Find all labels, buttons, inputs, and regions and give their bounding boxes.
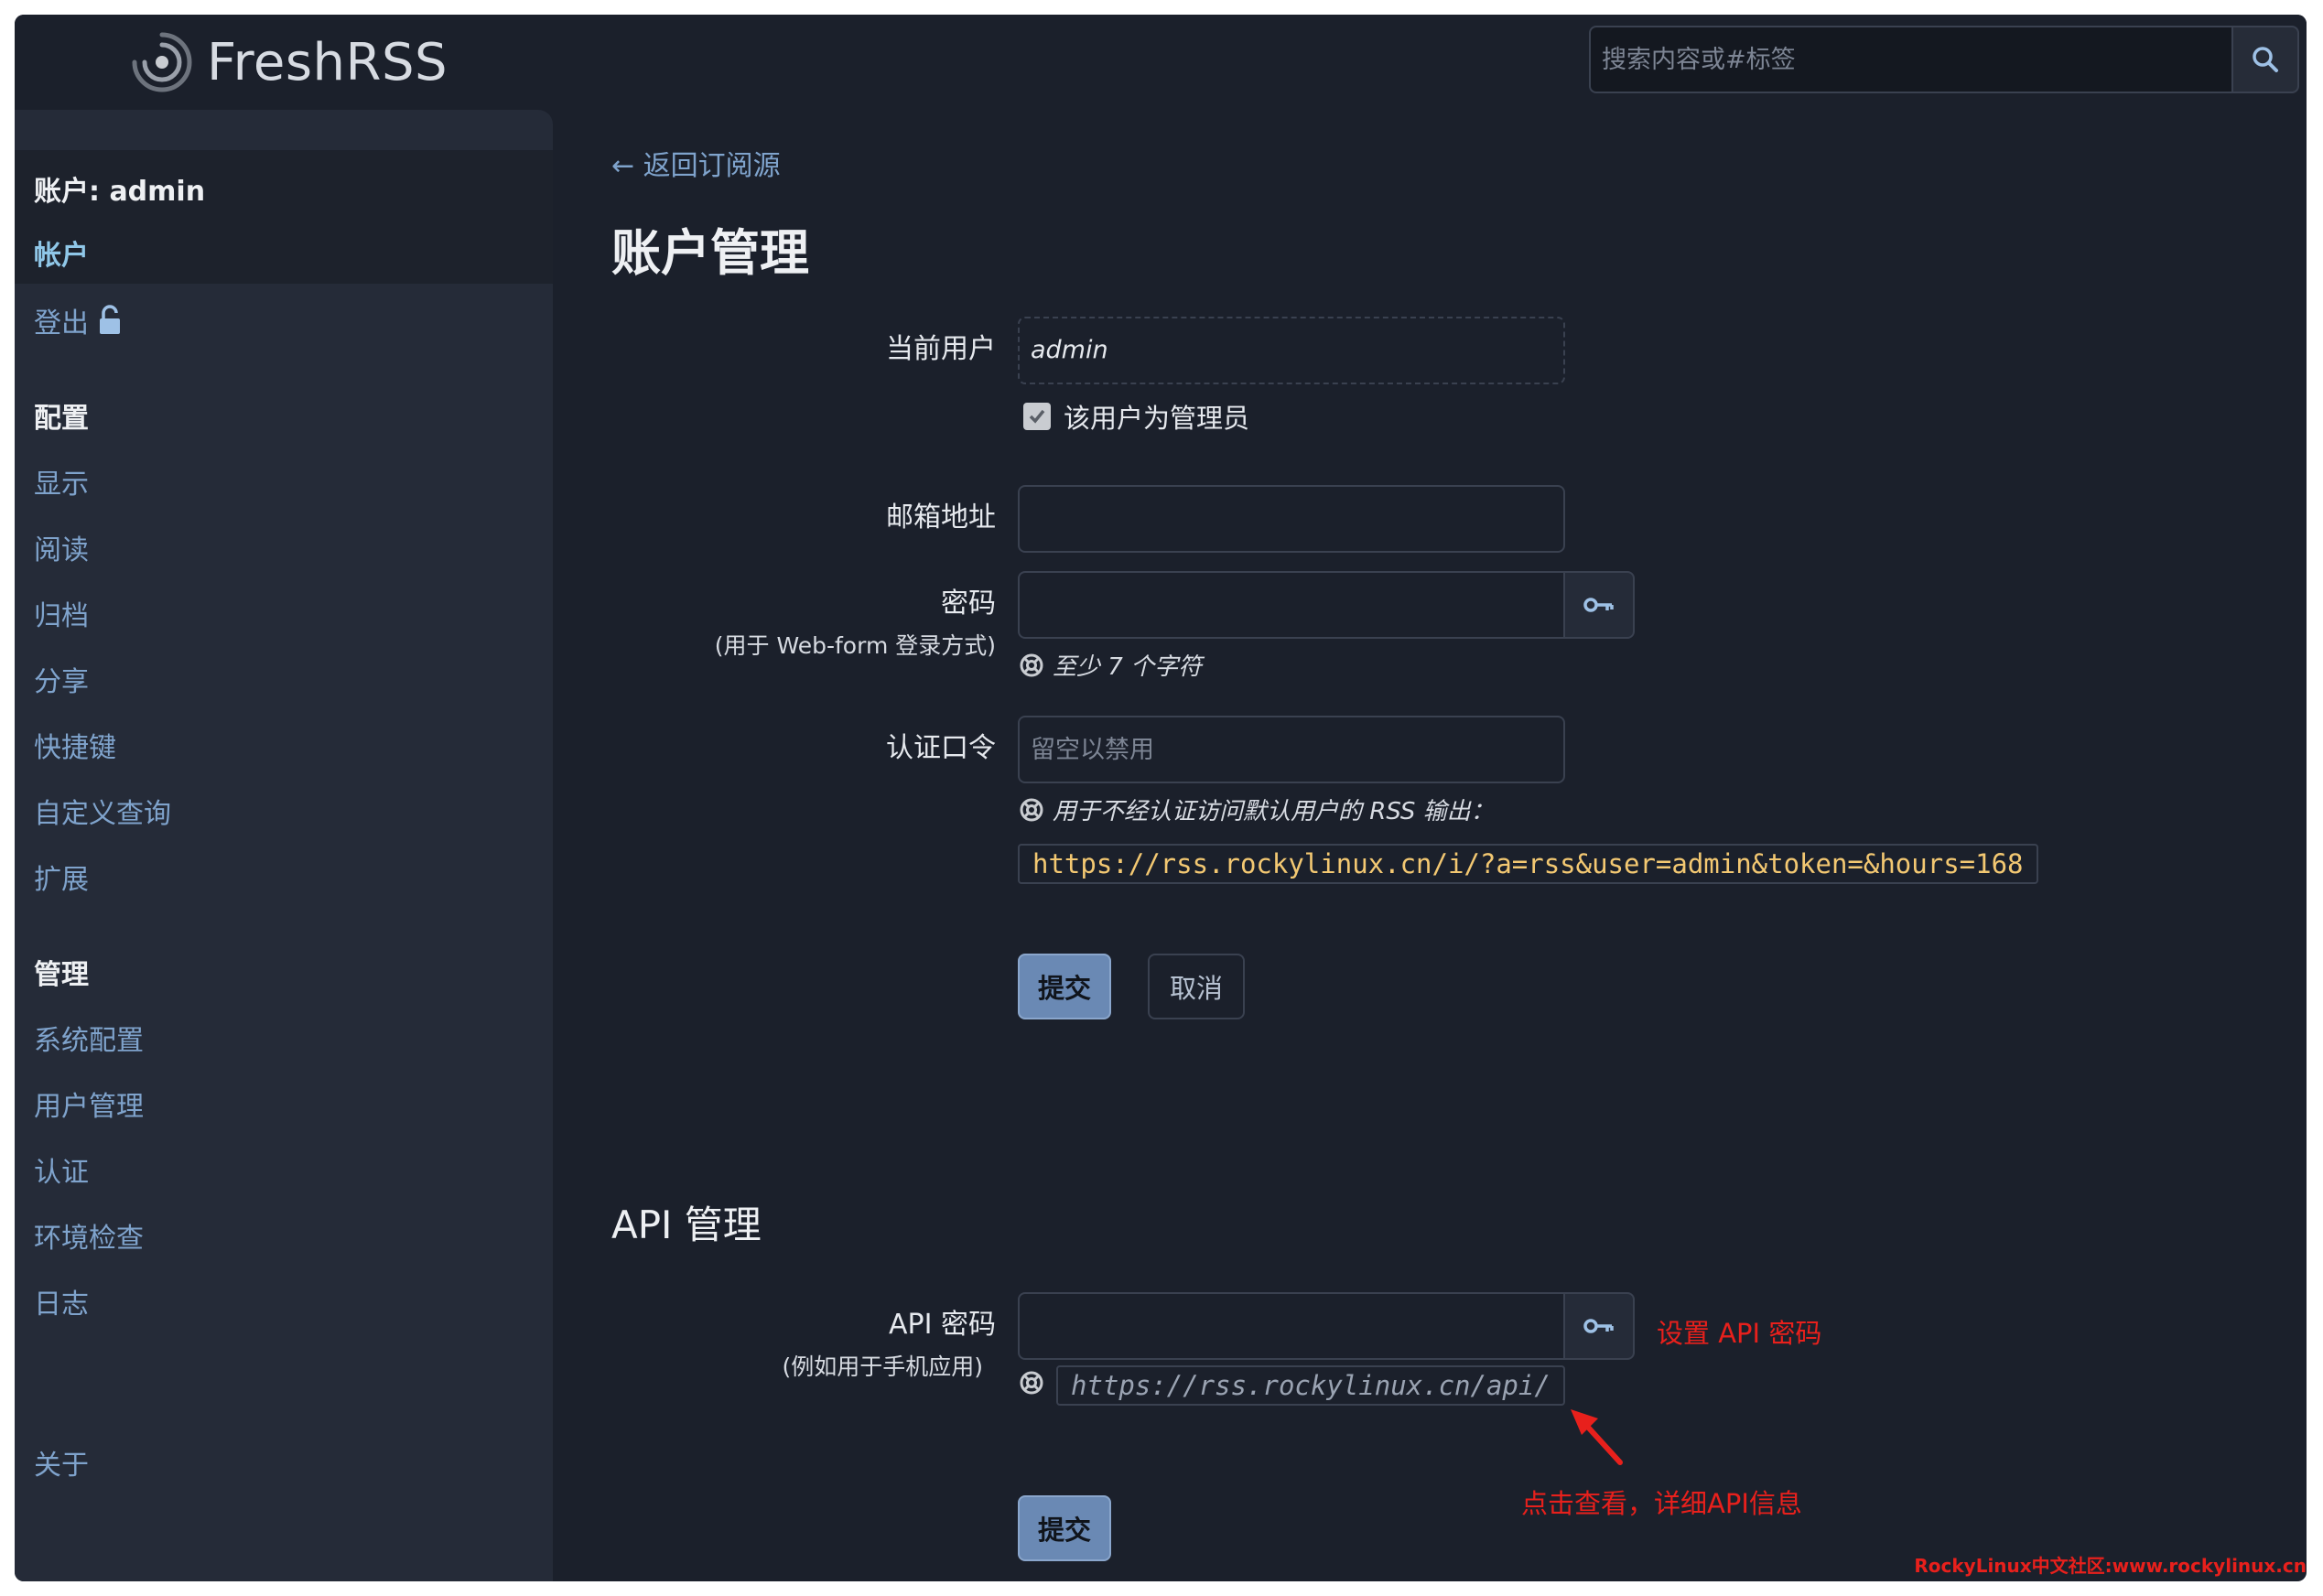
rss-url-code[interactable]: https://rss.rockylinux.cn/i/?a=rss&user=…	[1018, 844, 2038, 884]
api-password-field[interactable]	[1018, 1292, 1565, 1360]
sidebar-item-label: 帐户	[34, 240, 89, 272]
app-name: FreshRSS	[207, 32, 448, 92]
api-password-label-group: API 密码 (例如用于手机应用)	[782, 1301, 996, 1382]
api-submit-button[interactable]: 提交	[1018, 1495, 1112, 1561]
sidebar: 账户: admin 帐户 登出 配置 显示 阅读 归档 分享 快捷键 自定义查询…	[15, 110, 553, 1581]
api-password-sublabel: (例如用于手机应用)	[782, 1353, 983, 1380]
sidebar-item-users[interactable]: 用户管理	[34, 1084, 144, 1124]
api-url-link[interactable]: https://rss.rockylinux.cn/api/	[1056, 1365, 1565, 1406]
page-title: 账户管理	[611, 224, 809, 282]
sidebar-item-shortcuts[interactable]: 快捷键	[34, 725, 116, 765]
key-icon	[1583, 598, 1614, 612]
help-icon	[1020, 798, 1043, 821]
search-icon	[2253, 47, 2278, 72]
key-icon	[1583, 1319, 1614, 1333]
password-field[interactable]	[1018, 571, 1565, 639]
unlock-icon	[100, 305, 120, 334]
password-help: 至少 7 个字符	[1020, 648, 1202, 682]
sidebar-header-account: 账户: admin	[34, 176, 206, 208]
sidebar-item-logout[interactable]: 登出	[34, 300, 122, 340]
freshrss-window: FreshRSS 账户: admin 帐户 登出 配置 显示	[15, 15, 2307, 1581]
sidebar-item-sharing[interactable]: 分享	[34, 659, 89, 699]
submit-button[interactable]: 提交	[1018, 954, 1112, 1019]
email-label: 邮箱地址	[886, 501, 996, 534]
sidebar-item-archiving[interactable]: 归档	[34, 593, 89, 633]
password-toggle-button[interactable]	[1565, 571, 1635, 639]
check-icon	[1029, 409, 1045, 424]
help-icon	[1020, 653, 1043, 676]
annotation-click-to-view: 点击查看，详细API信息	[1521, 1488, 1802, 1519]
rss-logo-icon	[132, 32, 192, 92]
top-header: FreshRSS	[15, 15, 2307, 110]
back-link[interactable]: ← 返回订阅源	[611, 143, 781, 183]
sidebar-item-account[interactable]: 帐户	[15, 218, 553, 284]
password-label: 密码	[941, 588, 996, 620]
sidebar-item-reading[interactable]: 阅读	[34, 527, 89, 567]
watermark: RockyLinux中文社区:www.rockylinux.cn	[1914, 1555, 2307, 1577]
admin-checkbox-row: 该用户为管理员	[1023, 397, 1249, 436]
admin-checkbox-label: 该用户为管理员	[1064, 403, 1250, 434]
admin-checkbox[interactable]	[1023, 403, 1051, 430]
sidebar-item-label: 登出	[34, 307, 89, 340]
sidebar-item-logs[interactable]: 日志	[34, 1281, 89, 1321]
logo[interactable]: FreshRSS	[130, 26, 448, 99]
api-section-title: API 管理	[611, 1202, 762, 1247]
sidebar-item-queries[interactable]: 自定义查询	[34, 791, 171, 831]
sidebar-header-config: 配置	[34, 403, 89, 435]
email-field[interactable]	[1018, 485, 1565, 553]
password-help-text: 至少 7 个字符	[1053, 653, 1203, 681]
api-password-toggle-button[interactable]	[1565, 1292, 1635, 1360]
sidebar-item-extensions[interactable]: 扩展	[34, 857, 89, 897]
current-user-label: 当前用户	[886, 333, 996, 365]
api-url-help	[1020, 1371, 1043, 1395]
sidebar-item-system[interactable]: 系统配置	[34, 1018, 144, 1058]
search-bar	[1589, 26, 2299, 93]
password-label-group: 密码 (用于 Web-form 登录方式)	[715, 580, 996, 661]
sidebar-item-auth[interactable]: 认证	[34, 1149, 89, 1190]
arrow-annotation-icon	[1571, 1409, 1623, 1465]
search-button[interactable]	[2231, 26, 2299, 93]
api-password-label: API 密码	[889, 1309, 996, 1341]
sidebar-header-admin: 管理	[34, 959, 89, 991]
sidebar-item-about[interactable]: 关于	[34, 1442, 89, 1483]
search-input[interactable]	[1589, 26, 2231, 93]
help-icon	[1020, 1371, 1043, 1395]
cancel-button[interactable]: 取消	[1148, 954, 1246, 1019]
annotation-set-api-password: 设置 API 密码	[1657, 1318, 1822, 1349]
token-label: 认证口令	[886, 732, 996, 764]
current-user-field: admin	[1018, 317, 1565, 384]
token-help-text: 用于不经认证访问默认用户的 RSS 输出：	[1053, 798, 1495, 825]
sidebar-item-check[interactable]: 环境检查	[34, 1215, 144, 1256]
token-field[interactable]	[1018, 716, 1565, 783]
token-help: 用于不经认证访问默认用户的 RSS 输出：	[1020, 793, 1495, 826]
main-content: ← 返回订阅源 账户管理 当前用户 admin 该用户为管理员 邮箱地址 密码 …	[553, 110, 2307, 1581]
sidebar-item-display[interactable]: 显示	[34, 461, 89, 501]
password-sublabel: (用于 Web-form 登录方式)	[714, 632, 996, 659]
